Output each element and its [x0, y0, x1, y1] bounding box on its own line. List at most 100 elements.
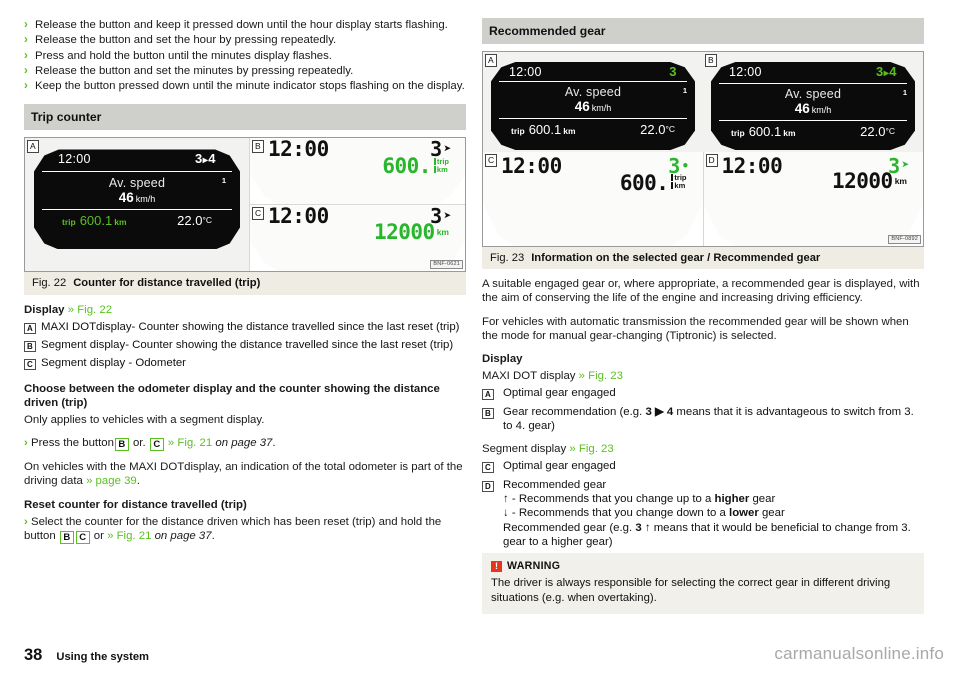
definition-text: Recommended gear ↑ - Recommends that you… [503, 478, 911, 548]
definition-key: B [24, 338, 41, 354]
chevron-right-icon: › [24, 515, 28, 528]
figure-title: Information on the selected gear / Recom… [531, 252, 821, 264]
gear-indicator: 3 ➤ [430, 138, 452, 162]
manual-page: › Release the button and keep it pressed … [0, 0, 960, 677]
page-reference-link[interactable]: » page 39 [86, 475, 137, 487]
menu-index: 1 [682, 86, 687, 96]
maxi-top-row: 12:00 3▸4 [42, 149, 232, 172]
temperature-unit: °C [665, 123, 675, 134]
chevron-right-icon: › [24, 64, 28, 77]
temperature-unit: °C [885, 125, 895, 136]
chevron-right-icon: › [24, 437, 28, 450]
trip-value: 600.1 [748, 123, 782, 139]
trip-readout: trip 600.1 km [511, 122, 576, 138]
button-ref-b[interactable]: B [114, 438, 129, 452]
gear-up-arrow-icon: ➤ [901, 158, 910, 174]
odometer-value: 12000 [373, 219, 435, 244]
choose-note: Only applies to vehicles with a segment … [24, 413, 265, 426]
trip-label: trip [731, 127, 745, 138]
figure-code: BNF-0621 [430, 260, 463, 270]
warning-title: WARNING [507, 560, 561, 573]
figure-22-panel-a: A 12:00 3▸4 1 Av. speed 46 km/h trip 600.1… [25, 138, 249, 271]
odometer-value: 12000 [831, 169, 893, 194]
automatic-transmission-paragraph: For vehicles with automatic transmission… [482, 315, 909, 342]
trip-value: 600.1 [79, 213, 113, 229]
panel-label-a: A [485, 54, 497, 67]
step-mid-text: or. [132, 437, 146, 450]
gear-up-arrow-icon: ➤ [443, 141, 452, 157]
trip-unit: km [114, 217, 127, 228]
chevron-right-icon: › [24, 80, 28, 93]
panel-label-c: C [252, 207, 265, 220]
trip-readout: trip 600.1 km [62, 213, 127, 229]
segment-definitions: C Optimal gear engaged D Recommended gea… [482, 459, 924, 549]
trip-value: 600. [382, 154, 431, 179]
trip-label: trip [62, 217, 76, 228]
gear-current: 3 [876, 64, 884, 79]
maxi-bottom-row: trip 600.1 km 22.0°C [42, 209, 232, 232]
step-text: Release the button and set the hour by p… [35, 34, 337, 47]
clock-value: 12:00 [58, 152, 91, 167]
maxi-dot-display-optimal-gear: 12:00 3 1 Av. speed 46 km/h trip 600.1 km 2… [491, 62, 695, 150]
metric-number: 46 [118, 189, 134, 205]
page-reference: on page 37 [154, 529, 212, 542]
gear-indicator: 3 • [668, 156, 689, 176]
maxi-dot-text: MAXI DOT display [482, 370, 579, 383]
figure-reference-link[interactable]: » Fig. 23 [569, 443, 613, 455]
clock-value: 12:00 [268, 138, 329, 162]
gear-indicator: 3 [669, 64, 677, 79]
definition-row: A Optimal gear engaged [482, 386, 924, 402]
gear-current: 3 [195, 151, 203, 167]
metric-title: Av. speed [784, 87, 842, 102]
segment-display-line: Segment display » Fig. 23 [482, 442, 924, 456]
gear-current: 3 [430, 138, 442, 162]
metric-value: 46 km/h [34, 189, 240, 206]
panel-label-b: B [252, 140, 264, 153]
gear-symbol: 3 ↑ [635, 521, 651, 534]
clock-value: 12:00 [729, 65, 762, 79]
definition-title: Recommended gear [503, 478, 607, 491]
watermark: carmanualsonline.info [774, 643, 944, 663]
gear-target: 4 [208, 151, 216, 167]
trip-unit: trip km [433, 157, 449, 174]
maxi-dot-note: On vehicles with the MAXI DOTdisplay, an… [24, 461, 463, 488]
reset-step: › Select the counter for the distance dr… [24, 515, 442, 544]
button-ref-b[interactable]: B [59, 530, 74, 544]
figure-reference-link[interactable]: » Fig. 21 [107, 530, 151, 542]
definition-key: A [482, 386, 503, 402]
list-item: › Release the button and set the hour by … [24, 33, 466, 47]
definition-text: Optimal gear engaged [503, 460, 616, 473]
figure-reference-link[interactable]: » Fig. 21 [168, 437, 212, 449]
step-pre-text: Press the button [30, 437, 114, 450]
chevron-right-icon: › [24, 34, 28, 47]
trip-unit: km [563, 125, 576, 136]
button-ref-c[interactable]: C [75, 530, 90, 544]
definition-row: B Gear recommendation (e.g. 3 ▶ 4 means … [482, 405, 924, 434]
definition-key: D [482, 478, 503, 494]
figure-number: Fig. 23 [490, 252, 525, 264]
list-item: › Release the button and keep it pressed … [24, 18, 466, 32]
figure-reference-link[interactable]: » Fig. 22 [68, 304, 112, 316]
trip-unit: km [783, 127, 796, 138]
figure-23: A 12:00 3 1 Av. speed 46 km/h trip 600.1 km [482, 51, 924, 247]
step-text: Press and hold the button until the minu… [35, 49, 332, 62]
gear-indicator: 3▸4 [876, 64, 897, 81]
button-ref-c[interactable]: C [149, 438, 164, 452]
unit-bar-icon [433, 157, 436, 165]
figure-reference-link[interactable]: » Fig. 23 [579, 370, 623, 382]
list-item: › Press and hold the button until the min… [24, 49, 466, 63]
odometer-unit: km [894, 176, 907, 187]
figure-23-bottom-row: C 12:00 3 • 600. trip km D 12:00 3 ➤ 120… [483, 152, 923, 246]
temperature-value: 22.0 [860, 123, 886, 139]
metric-unit: km/h [811, 105, 832, 116]
panel-label-a: A [27, 140, 39, 153]
warning-box: ! WARNING The driver is always responsib… [482, 553, 924, 614]
maxi-middle-row: 1 Av. speed 46 km/h [491, 82, 695, 117]
panel-label-d: D [705, 154, 718, 167]
trip-value: 600. [619, 171, 669, 195]
clock-value: 12:00 [509, 65, 542, 79]
maxi-dot-line: MAXI DOT display » Fig. 23 [482, 369, 924, 383]
maxi-middle-row: 1 Av. speed 46 km/h [711, 84, 915, 119]
metric-unit: km/h [135, 193, 156, 204]
definition-key: B [482, 405, 503, 421]
